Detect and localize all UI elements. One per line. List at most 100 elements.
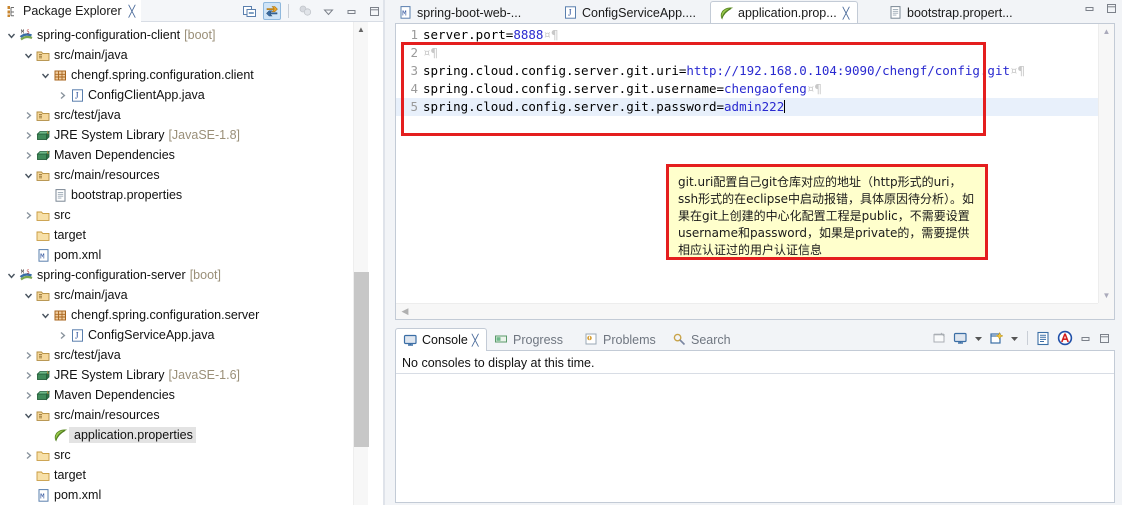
tree-row[interactable]: src/main/java: [0, 45, 368, 65]
tree-label-wrap: bootstrap.properties: [69, 188, 182, 202]
line-number: 3: [410, 63, 418, 78]
code-line[interactable]: 1 server.port=8888¤¶: [404, 26, 1092, 44]
editor-tab[interactable]: application.prop... ╳: [710, 1, 859, 24]
tree-item-label: src/main/java: [54, 48, 128, 62]
minimize-icon[interactable]: [1079, 332, 1092, 345]
code-lines[interactable]: 1 server.port=8888¤¶ 2 ¤¶ 3 spring.cloud.conf…: [404, 26, 1092, 116]
chevron-down-icon[interactable]: [21, 165, 35, 185]
maximize-icon[interactable]: [1098, 332, 1111, 345]
display-console-icon[interactable]: [953, 331, 968, 346]
chevron-down-icon[interactable]: [21, 405, 35, 425]
scroll-left-arrow[interactable]: ◀: [396, 306, 414, 317]
chevron-down-icon[interactable]: [21, 45, 35, 65]
code-line[interactable]: 2 ¤¶: [404, 44, 1092, 62]
tree-row[interactable]: JRE System Library [JavaSE-1.8]: [0, 125, 368, 145]
code-line[interactable]: 3 spring.cloud.config.server.git.uri=http…: [404, 62, 1092, 80]
close-icon[interactable]: ╳: [472, 334, 479, 347]
editor-tab[interactable]: J ConfigServiceApp....: [555, 1, 704, 24]
tree-row[interactable]: bootstrap.properties: [0, 185, 368, 205]
editor-vertical-scrollbar[interactable]: ▲ ▼: [1098, 24, 1114, 303]
tree-row[interactable]: src/main/resources: [0, 165, 368, 185]
chevron-right-icon[interactable]: [21, 445, 35, 465]
focus-task-icon[interactable]: [296, 2, 314, 20]
tree-row[interactable]: M Sspring-configuration-client [boot]: [0, 25, 368, 45]
tree-row[interactable]: application.properties: [0, 425, 368, 445]
chevron-right-icon[interactable]: [21, 125, 35, 145]
code-line[interactable]: 5 spring.cloud.config.server.git.password…: [404, 98, 1092, 116]
project-tree[interactable]: M Sspring-configuration-client [boot] src/m…: [0, 22, 368, 505]
close-icon[interactable]: ╳: [843, 7, 850, 20]
panel-divider[interactable]: [383, 0, 385, 505]
chevron-right-icon[interactable]: [55, 85, 69, 105]
tree-row[interactable]: M Sspring-configuration-server [boot]: [0, 265, 368, 285]
chevron-right-icon[interactable]: [21, 205, 35, 225]
tree-row[interactable]: src: [0, 445, 368, 465]
chevron-down-icon[interactable]: [4, 25, 18, 45]
console-tab[interactable]: Search: [665, 328, 738, 351]
tree-row[interactable]: Mpom.xml: [0, 485, 368, 505]
tree-row[interactable]: J ConfigServiceApp.java: [0, 325, 368, 345]
pin-console-icon[interactable]: [932, 331, 947, 346]
console-tab[interactable]: Progress: [487, 328, 570, 351]
tree-row[interactable]: J ConfigClientApp.java: [0, 85, 368, 105]
minimize-icon[interactable]: [342, 2, 360, 20]
scroll-down-arrow[interactable]: ▼: [1099, 288, 1114, 303]
tree-row[interactable]: src/main/resources: [0, 405, 368, 425]
tree-row[interactable]: Mpom.xml: [0, 245, 368, 265]
chevron-down-icon[interactable]: [974, 334, 983, 343]
tab-package-explorer[interactable]: Package Explorer ╳: [0, 0, 142, 22]
tree-row[interactable]: JRE System Library [JavaSE-1.6]: [0, 365, 368, 385]
tree-row[interactable]: src/main/java: [0, 285, 368, 305]
tree-row[interactable]: Maven Dependencies: [0, 385, 368, 405]
console-tab[interactable]: Problems: [577, 328, 663, 351]
chevron-down-icon[interactable]: [21, 285, 35, 305]
scroll-up-arrow[interactable]: ▲: [354, 22, 368, 37]
console-tab[interactable]: Console ╳: [395, 328, 487, 351]
tree-row[interactable]: src/test/java: [0, 345, 368, 365]
chevron-right-icon[interactable]: [21, 345, 35, 365]
code-line[interactable]: 4 spring.cloud.config.server.git.username…: [404, 80, 1092, 98]
chevron-down-icon[interactable]: [38, 65, 52, 85]
close-icon[interactable]: ╳: [129, 5, 136, 18]
chevron-right-icon[interactable]: [21, 145, 35, 165]
package-explorer-scrollbar[interactable]: ▲: [353, 22, 369, 505]
tree-row[interactable]: chengf.spring.configuration.client: [0, 65, 368, 85]
view-menu-icon[interactable]: [319, 2, 337, 20]
chevron-right-icon[interactable]: [21, 105, 35, 125]
svg-text:M: M: [21, 29, 24, 35]
maximize-icon[interactable]: [365, 2, 383, 20]
editor-tab-label: application.prop...: [738, 6, 837, 20]
console-rule: [396, 373, 1114, 374]
tree-item-sublabel: [boot]: [184, 28, 216, 42]
new-console-icon[interactable]: [989, 331, 1004, 346]
scrollbar-thumb[interactable]: [354, 272, 369, 447]
editor-tab[interactable]: bootstrap.propert...: [880, 1, 1021, 24]
chevron-down-icon[interactable]: [38, 305, 52, 325]
chevron-right-icon[interactable]: [55, 325, 69, 345]
editor-horizontal-scrollbar[interactable]: ◀: [396, 303, 1098, 319]
scroll-up-arrow[interactable]: ▲: [1099, 24, 1114, 39]
tree-row[interactable]: Maven Dependencies: [0, 145, 368, 165]
minimize-icon[interactable]: [1083, 2, 1096, 15]
chevron-right-icon[interactable]: [21, 385, 35, 405]
editor-tab[interactable]: Mspring-boot-web-...: [390, 1, 529, 24]
maximize-icon[interactable]: [1105, 2, 1118, 15]
ansi-console-icon[interactable]: [1057, 330, 1073, 346]
tree-row[interactable]: target: [0, 225, 368, 245]
chevron-down-icon[interactable]: [4, 265, 18, 285]
tree-row[interactable]: src/test/java: [0, 105, 368, 125]
tree-label-wrap: spring-configuration-client [boot]: [35, 28, 215, 42]
svg-text:J: J: [75, 90, 79, 100]
tree-row[interactable]: chengf.spring.configuration.server: [0, 305, 368, 325]
code-editor[interactable]: 1 server.port=8888¤¶ 2 ¤¶ 3 spring.cloud.conf…: [395, 23, 1115, 320]
collapse-all-icon[interactable]: [240, 2, 258, 20]
link-with-editor-icon[interactable]: [263, 2, 281, 20]
tree-label-wrap: JRE System Library [JavaSE-1.6]: [52, 368, 240, 382]
tree-label-wrap: target: [52, 228, 86, 242]
console-output-area[interactable]: No consoles to display at this time.: [395, 351, 1115, 503]
tree-row[interactable]: target: [0, 465, 368, 485]
chevron-right-icon[interactable]: [21, 365, 35, 385]
tree-row[interactable]: src: [0, 205, 368, 225]
word-wrap-icon[interactable]: [1036, 331, 1051, 346]
chevron-down-icon[interactable]: [1010, 334, 1019, 343]
